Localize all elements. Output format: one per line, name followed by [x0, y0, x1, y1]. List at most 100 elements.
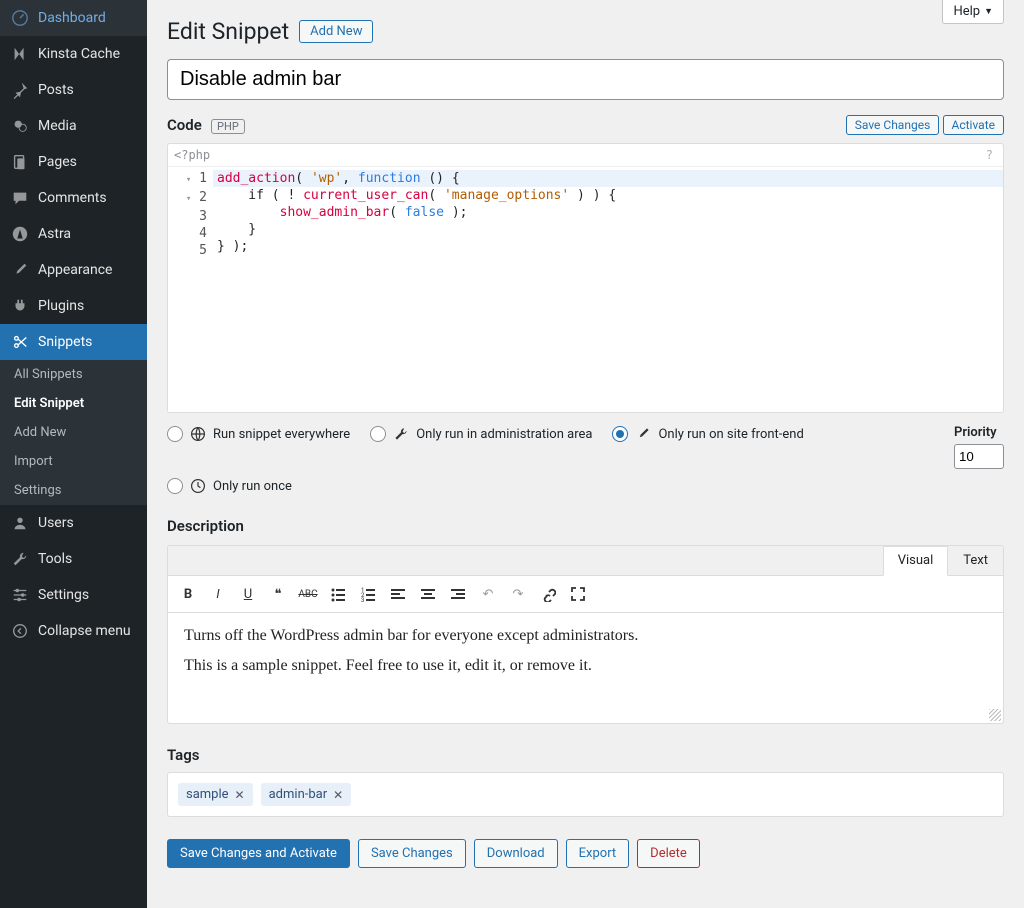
code-editor[interactable]: <?php ? ▾ 1 ▾ 2 3 4 5 add_action( 'wp', … [167, 143, 1004, 413]
run-label: Only run once [213, 479, 292, 494]
priority-block: Priority [954, 425, 1004, 469]
run-admin-option[interactable]: Only run in administration area [370, 425, 592, 443]
radio-icon [370, 426, 386, 442]
submenu-import[interactable]: Import [0, 447, 147, 476]
italic-icon[interactable]: I [204, 580, 232, 608]
align-right-icon[interactable] [444, 580, 472, 608]
bold-icon[interactable]: B [174, 580, 202, 608]
chevron-down-icon: ▼ [984, 6, 993, 17]
download-button[interactable]: Download [474, 839, 558, 868]
sidebar-label: Kinsta Cache [38, 46, 120, 62]
sidebar-item-users[interactable]: Users [0, 505, 147, 541]
priority-input[interactable] [954, 444, 1004, 469]
quote-icon[interactable]: ❝ [264, 580, 292, 608]
code-body[interactable]: add_action( 'wp', function () { if ( ! c… [213, 167, 1003, 412]
sidebar-item-kinsta[interactable]: Kinsta Cache [0, 36, 147, 72]
radio-icon [612, 426, 628, 442]
code-label: Code [167, 116, 202, 134]
text-tab[interactable]: Text [948, 546, 1003, 575]
submenu-add-new[interactable]: Add New [0, 418, 147, 447]
comment-icon [10, 188, 30, 208]
sidebar-item-astra[interactable]: Astra [0, 216, 147, 252]
sidebar-label: Users [38, 515, 74, 531]
description-editor: Visual Text B I U ❝ ABC 123 ↶ ↷ Turns [167, 545, 1004, 724]
strikethrough-icon[interactable]: ABC [294, 580, 322, 608]
align-left-icon[interactable] [384, 580, 412, 608]
sidebar-item-dashboard[interactable]: Dashboard [0, 0, 147, 36]
export-button[interactable]: Export [566, 839, 630, 868]
remove-tag-icon[interactable]: ✕ [333, 788, 343, 802]
tag-text: admin-bar [269, 787, 328, 802]
sliders-icon [10, 585, 30, 605]
media-icon [10, 116, 30, 136]
resize-handle-icon[interactable] [989, 709, 1001, 721]
user-icon [10, 513, 30, 533]
sidebar-label: Collapse menu [38, 623, 131, 639]
sidebar-item-comments[interactable]: Comments [0, 180, 147, 216]
submenu-all-snippets[interactable]: All Snippets [0, 360, 147, 389]
save-activate-button[interactable]: Save Changes and Activate [167, 839, 350, 868]
sidebar-item-plugins[interactable]: Plugins [0, 288, 147, 324]
align-center-icon[interactable] [414, 580, 442, 608]
run-everywhere-option[interactable]: Run snippet everywhere [167, 425, 350, 443]
help-label: Help [953, 4, 980, 19]
submenu-edit-snippet[interactable]: Edit Snippet [0, 389, 147, 418]
main-content: Help ▼ Edit Snippet Add New Code PHP Sav… [147, 0, 1024, 908]
editor-toolbar: B I U ❝ ABC 123 ↶ ↷ [168, 576, 1003, 613]
sidebar-item-settings[interactable]: Settings [0, 577, 147, 613]
language-badge: PHP [211, 119, 245, 134]
snippet-title-input[interactable] [167, 59, 1004, 100]
help-tab[interactable]: Help ▼ [942, 0, 1004, 24]
admin-sidebar: Dashboard Kinsta Cache Posts Media Pages… [0, 0, 147, 908]
description-content[interactable]: Turns off the WordPress admin bar for ev… [168, 613, 1003, 723]
delete-button[interactable]: Delete [637, 839, 700, 868]
sidebar-item-media[interactable]: Media [0, 108, 147, 144]
run-label: Run snippet everywhere [213, 427, 350, 442]
page-title: Edit Snippet [167, 18, 289, 45]
description-label: Description [167, 517, 1004, 535]
visual-tab[interactable]: Visual [883, 546, 949, 576]
tags-input[interactable]: sample ✕ admin-bar ✕ [167, 772, 1004, 817]
sidebar-item-appearance[interactable]: Appearance [0, 252, 147, 288]
sidebar-label: Plugins [38, 298, 84, 314]
tag-item: admin-bar ✕ [261, 783, 352, 806]
sidebar-label: Settings [38, 587, 89, 603]
sidebar-item-snippets[interactable]: Snippets [0, 324, 147, 360]
redo-icon[interactable]: ↷ [504, 580, 532, 608]
run-once-option[interactable]: Only run once [167, 477, 1004, 495]
sidebar-label: Media [38, 118, 77, 134]
php-open-tag: <?php [174, 148, 210, 162]
remove-tag-icon[interactable]: ✕ [235, 788, 245, 802]
activate-top-button[interactable]: Activate [943, 115, 1005, 135]
sidebar-label: Tools [38, 551, 72, 567]
undo-icon[interactable]: ↶ [474, 580, 502, 608]
kinsta-icon [10, 44, 30, 64]
globe-icon [189, 425, 207, 443]
pin-icon [10, 80, 30, 100]
fullscreen-icon[interactable] [564, 580, 592, 608]
sidebar-item-pages[interactable]: Pages [0, 144, 147, 180]
underline-icon[interactable]: U [234, 580, 262, 608]
numbered-list-icon[interactable]: 123 [354, 580, 382, 608]
save-changes-top-button[interactable]: Save Changes [846, 115, 940, 135]
sidebar-item-collapse[interactable]: Collapse menu [0, 613, 147, 649]
run-frontend-option[interactable]: Only run on site front-end [612, 425, 803, 443]
add-new-button[interactable]: Add New [299, 20, 373, 43]
sidebar-label: Posts [38, 82, 74, 98]
link-icon[interactable] [534, 580, 562, 608]
bullet-list-icon[interactable] [324, 580, 352, 608]
run-label: Only run in administration area [416, 427, 592, 442]
priority-label: Priority [954, 425, 1004, 440]
submenu-settings[interactable]: Settings [0, 476, 147, 505]
radio-icon [167, 478, 183, 494]
sidebar-label: Appearance [38, 262, 112, 278]
sidebar-item-tools[interactable]: Tools [0, 541, 147, 577]
description-paragraph: This is a sample snippet. Feel free to u… [184, 657, 987, 675]
pages-icon [10, 152, 30, 172]
svg-text:3: 3 [361, 597, 364, 602]
dashboard-icon [10, 8, 30, 28]
code-help-icon[interactable]: ? [986, 148, 997, 162]
save-changes-button[interactable]: Save Changes [358, 839, 466, 868]
collapse-icon [10, 621, 30, 641]
sidebar-item-posts[interactable]: Posts [0, 72, 147, 108]
